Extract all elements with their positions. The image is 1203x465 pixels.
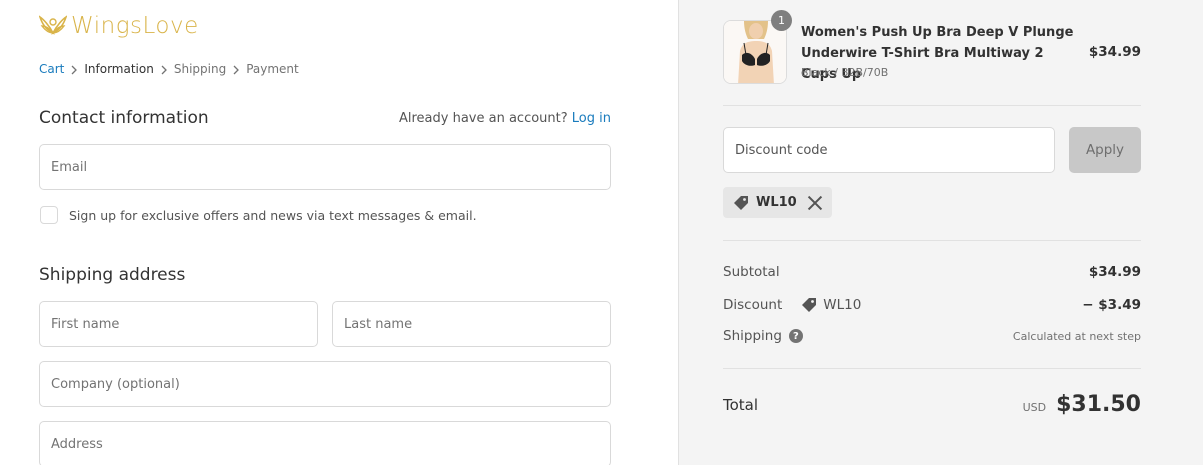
question-icon[interactable]: ?	[788, 329, 803, 343]
address-input[interactable]	[51, 436, 610, 452]
account-prompt-text: Already have an account?	[398, 111, 568, 126]
discount-value: − $3.49	[1082, 297, 1141, 313]
first-name-input[interactable]	[51, 316, 317, 332]
product-variant: Black / 32B/70B	[801, 66, 889, 79]
company-field[interactable]	[39, 361, 611, 407]
product-price: $34.99	[1088, 44, 1141, 60]
discount-code-input[interactable]	[735, 142, 1054, 158]
marketing-label: Sign up for exclusive offers and news vi…	[69, 207, 477, 223]
chevron-right-icon	[226, 62, 246, 76]
chevron-right-icon	[154, 62, 174, 76]
remove-discount-icon[interactable]	[806, 194, 824, 212]
applied-discount-chip: WL10	[723, 187, 832, 218]
login-link[interactable]: Log in	[572, 111, 611, 126]
line-item: 1 Women's Push Up Bra Deep V Plunge Unde…	[723, 10, 1141, 84]
divider	[723, 105, 1141, 106]
discount-code-label: WL10	[823, 297, 862, 313]
subtotal-label: Subtotal	[723, 264, 780, 280]
brand-name: WingsLove	[71, 13, 199, 39]
last-name-input[interactable]	[344, 316, 610, 332]
quantity-badge: 1	[771, 10, 792, 31]
marketing-opt-in[interactable]: Sign up for exclusive offers and news vi…	[40, 206, 477, 224]
tag-icon	[802, 298, 817, 312]
wings-logo-icon	[39, 15, 67, 35]
subtotal-value: $34.99	[1088, 264, 1141, 280]
currency-code: USD	[1022, 401, 1047, 414]
applied-discount-code: WL10	[756, 195, 797, 210]
email-field[interactable]	[39, 144, 611, 190]
contact-section-title: Contact information	[39, 108, 209, 128]
apply-discount-button[interactable]: Apply	[1069, 127, 1141, 173]
subtotal-row: Subtotal $34.99	[723, 264, 1141, 280]
company-input[interactable]	[51, 376, 610, 392]
shipping-section-title: Shipping address	[39, 265, 186, 285]
shipping-row: Shipping ? Calculated at next step	[723, 328, 1141, 344]
order-summary: 1 Women's Push Up Bra Deep V Plunge Unde…	[678, 0, 1203, 465]
shipping-label: Shipping	[723, 328, 782, 344]
discount-label: Discount	[723, 297, 783, 313]
total-row: Total USD $31.50	[723, 392, 1141, 417]
chevron-right-icon	[64, 62, 84, 76]
account-prompt: Already have an account? Log in	[399, 111, 611, 126]
first-name-field[interactable]	[39, 301, 318, 347]
breadcrumb-cart[interactable]: Cart	[39, 62, 64, 76]
breadcrumb-information: Information	[84, 62, 154, 76]
marketing-checkbox[interactable]	[40, 206, 58, 224]
breadcrumb-shipping: Shipping	[173, 62, 227, 76]
discount-code-field[interactable]	[723, 127, 1055, 173]
shipping-value: Calculated at next step	[1012, 329, 1141, 343]
last-name-field[interactable]	[332, 301, 611, 347]
tag-icon	[734, 195, 748, 210]
brand-logo[interactable]: WingsLove	[39, 11, 199, 41]
total-amount: $31.50	[1056, 392, 1141, 417]
address-field[interactable]	[39, 421, 611, 465]
main-content: WingsLove Cart Information Shipping Paym…	[0, 0, 678, 465]
divider	[723, 368, 1141, 369]
breadcrumb: Cart Information Shipping Payment	[39, 62, 299, 76]
total-label: Total	[723, 395, 759, 414]
discount-row: Discount WL10 − $3.49	[723, 296, 1141, 314]
divider	[723, 240, 1141, 241]
email-input[interactable]	[51, 159, 610, 175]
breadcrumb-payment: Payment	[246, 62, 299, 76]
